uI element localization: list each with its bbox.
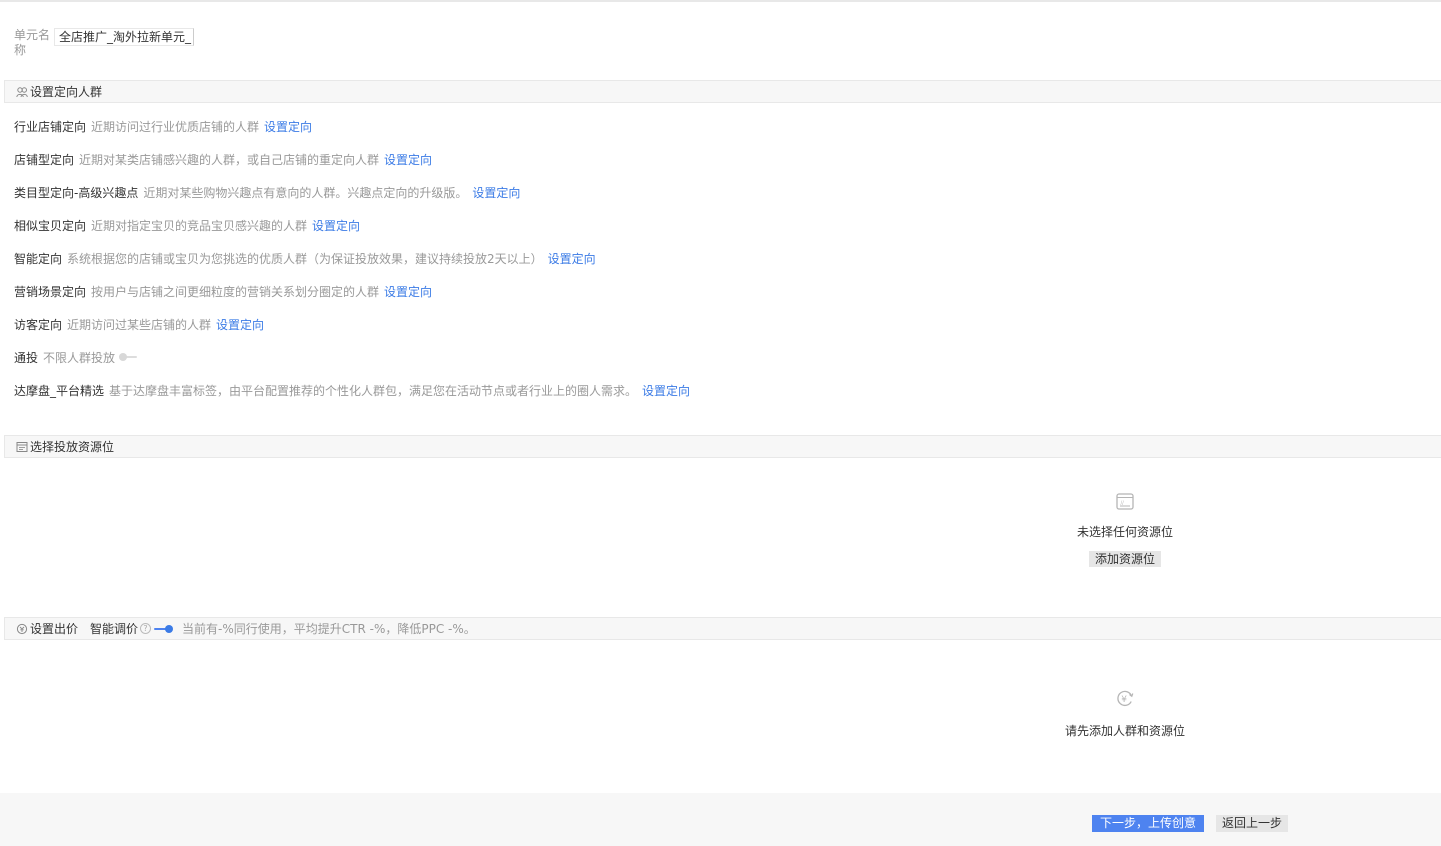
placement-empty-state: // 未选择任何资源位 添加资源位 — [1025, 492, 1225, 567]
broad-targeting-toggle[interactable] — [119, 353, 139, 361]
bid-icon — [15, 622, 28, 635]
targeting-section-header: 设置定向人群 — [4, 80, 1441, 103]
top-border — [0, 0, 1441, 3]
targeting-row-industry-store: 行业店铺定向 近期访问过行业优质店铺的人群 设置定向 — [14, 118, 312, 134]
targeting-row-name: 相似宝贝定向 — [14, 218, 87, 233]
targeting-row-visitor: 访客定向 近期访问过某些店铺的人群 设置定向 — [14, 316, 264, 332]
set-targeting-link[interactable]: 设置定向 — [642, 382, 690, 399]
targeting-row-name: 访客定向 — [14, 317, 63, 332]
back-button[interactable]: 返回上一步 — [1216, 815, 1289, 832]
bid-empty-text: 请先添加人群和资源位 — [1064, 724, 1185, 738]
targeting-row-name: 智能定向 — [14, 251, 63, 266]
targeting-row-name: 营销场景定向 — [14, 284, 87, 299]
set-targeting-link[interactable]: 设置定向 — [216, 316, 264, 333]
targeting-row-desc: 近期对某类店铺感兴趣的人群，或自己店铺的重定向人群 — [79, 152, 380, 167]
smart-bid-note: 当前有-%同行使用，平均提升CTR -%，降低PPC -%。 — [182, 622, 476, 636]
svg-text:¥: ¥ — [1121, 695, 1127, 705]
next-upload-creative-button[interactable]: 下一步，上传创意 — [1092, 815, 1205, 832]
targeting-row-desc: 近期访问过行业优质店铺的人群 — [91, 119, 260, 134]
targeting-row-marketing-scene: 营销场景定向 按用户与店铺之间更细粒度的营销关系划分圈定的人群 设置定向 — [14, 283, 432, 299]
layout-icon — [15, 440, 28, 453]
targeting-row-name: 行业店铺定向 — [14, 119, 87, 134]
targeting-row-name: 达摩盘_平台精选 — [14, 383, 105, 398]
targeting-row-name: 通投 — [14, 350, 39, 365]
targeting-row-store-type: 店铺型定向 近期对某类店铺感兴趣的人群，或自己店铺的重定向人群 设置定向 — [14, 151, 432, 167]
targeting-row-desc: 按用户与店铺之间更细粒度的营销关系划分圈定的人群 — [91, 284, 380, 299]
unit-name-label: 单元名称 — [14, 28, 51, 57]
targeting-row-smart: 智能定向 系统根据您的店铺或宝贝为您挑选的优质人群（为保证投放效果，建议持续投放… — [14, 250, 596, 266]
targeting-section-title: 设置定向人群 — [30, 85, 103, 99]
set-targeting-link[interactable]: 设置定向 — [472, 184, 520, 201]
targeting-row-broad: 通投 不限人群投放 — [14, 349, 139, 365]
bid-section-title: 设置出价 — [30, 622, 79, 636]
targeting-row-name: 店铺型定向 — [14, 152, 75, 167]
placement-section-title: 选择投放资源位 — [30, 440, 115, 454]
targeting-row-desc: 近期对指定宝贝的竞品宝贝感兴趣的人群 — [91, 218, 308, 233]
smart-bid-toggle[interactable] — [154, 624, 174, 633]
set-targeting-link[interactable]: 设置定向 — [384, 283, 432, 300]
smart-bid-label: 智能调价 — [90, 622, 139, 636]
placement-empty-text: 未选择任何资源位 — [1076, 525, 1173, 539]
toggle-knob — [119, 353, 128, 361]
targeting-row-desc: 近期对某些购物兴趣点有意向的人群。兴趣点定向的升级版。 — [143, 185, 468, 200]
smart-bid-group: 智能调价 ? 当前有-%同行使用，平均提升CTR -%，降低PPC -%。 — [90, 620, 476, 637]
bid-section-header: 设置出价 智能调价 ? 当前有-%同行使用，平均提升CTR -%，降低PPC -… — [4, 617, 1441, 640]
help-icon[interactable]: ? — [140, 623, 152, 634]
targeting-row-name: 类目型定向-高级兴趣点 — [14, 185, 139, 200]
empty-window-icon: // — [1025, 492, 1225, 515]
people-icon — [15, 85, 28, 98]
set-targeting-link[interactable]: 设置定向 — [264, 118, 312, 135]
targeting-row-desc: 基于达摩盘丰富标签，由平台配置推荐的个性化人群包，满足您在活动节点或者行业上的圈… — [109, 383, 638, 398]
targeting-row-dmp-platform: 达摩盘_平台精选 基于达摩盘丰富标签，由平台配置推荐的个性化人群包，满足您在活动… — [14, 382, 690, 398]
targeting-row-desc: 不限人群投放 — [43, 350, 116, 365]
set-targeting-link[interactable]: 设置定向 — [384, 151, 432, 168]
yuan-refresh-icon: ¥ — [1025, 688, 1225, 711]
add-placement-button[interactable]: 添加资源位 — [1088, 551, 1161, 567]
placement-section-header: 选择投放资源位 — [4, 435, 1441, 458]
unit-name-input[interactable]: 全店推广_淘外拉新单元_ — [54, 28, 194, 46]
set-targeting-link[interactable]: 设置定向 — [548, 250, 596, 267]
targeting-row-desc: 近期访问过某些店铺的人群 — [67, 317, 212, 332]
targeting-row-desc: 系统根据您的店铺或宝贝为您挑选的优质人群（为保证投放效果，建议持续投放2天以上） — [67, 251, 543, 266]
targeting-row-similar-item: 相似宝贝定向 近期对指定宝贝的竞品宝贝感兴趣的人群 设置定向 — [14, 217, 360, 233]
set-targeting-link[interactable]: 设置定向 — [312, 217, 360, 234]
bid-empty-state: ¥ 请先添加人群和资源位 — [1025, 688, 1225, 739]
toggle-knob — [165, 624, 174, 633]
targeting-row-category-interest: 类目型定向-高级兴趣点 近期对某些购物兴趣点有意向的人群。兴趣点定向的升级版。 … — [14, 184, 520, 200]
